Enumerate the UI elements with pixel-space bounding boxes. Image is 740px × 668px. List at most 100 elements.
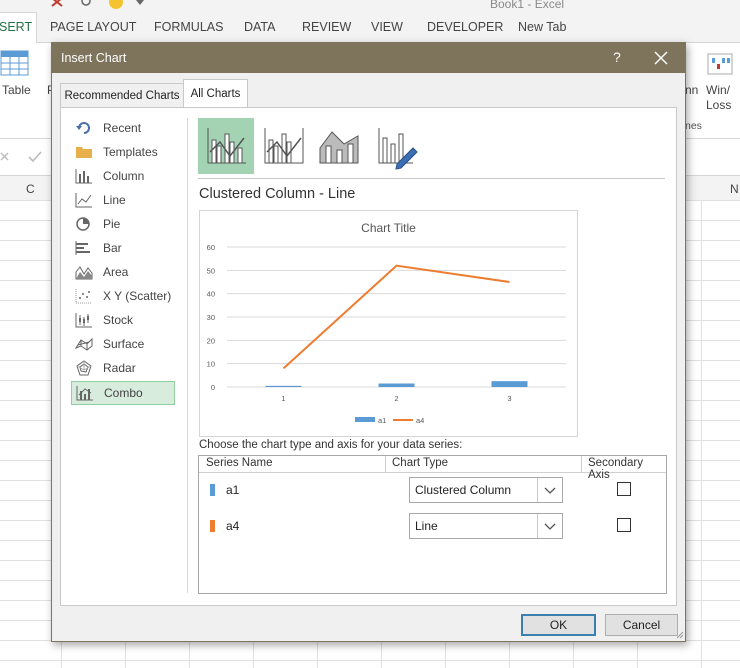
column-header-c[interactable]: C: [26, 182, 35, 196]
bar: [378, 383, 415, 387]
win-loss-label-2: Loss: [706, 98, 732, 112]
category-label: Column: [103, 169, 145, 183]
y-tick-label: 40: [207, 290, 215, 299]
tab-formulas[interactable]: FORMULAS: [154, 20, 223, 34]
category-area[interactable]: Area: [71, 261, 173, 283]
clustered-column-line-icon: [207, 128, 246, 164]
stock-chart-icon: [75, 313, 92, 328]
y-tick-label: 10: [207, 360, 215, 369]
enter-check-icon[interactable]: [28, 151, 42, 163]
series-row: a1 Clustered Column: [199, 477, 666, 505]
subtype-custom-combination[interactable]: [369, 118, 425, 174]
pie-chart-icon: [76, 217, 90, 231]
surface-chart-icon: [75, 337, 93, 351]
chart-type-select[interactable]: Clustered Column: [409, 477, 563, 503]
smiley-icon[interactable]: [108, 0, 124, 10]
chevron-down-icon: [544, 523, 556, 530]
subtype-clustered-column-line[interactable]: [198, 118, 254, 174]
dialog-title: Insert Chart: [61, 51, 127, 65]
category-radar[interactable]: Radar: [71, 357, 173, 379]
chart-type-value: Line: [415, 519, 438, 533]
category-label: Area: [103, 265, 129, 279]
y-tick-label: 60: [207, 243, 215, 252]
category-xy-scatter[interactable]: X Y (Scatter): [71, 285, 173, 307]
tab-review[interactable]: REVIEW: [302, 20, 351, 34]
category-combo[interactable]: Combo: [71, 381, 175, 405]
all-charts-panel: Recent Templates Column Line Pie Bar Are…: [60, 107, 677, 606]
tab-recommended-charts[interactable]: Recommended Charts: [60, 83, 184, 109]
bar-chart-icon: [75, 241, 90, 255]
category-column[interactable]: Column: [71, 165, 173, 187]
series-row: a4 Line: [199, 513, 666, 541]
dropdown-button[interactable]: [537, 478, 562, 502]
divider: [198, 178, 665, 179]
header-chart-type: Chart Type: [392, 457, 449, 469]
chart-plot: 0 10 20 30 40 50 60 1 2 3 a1 a4: [207, 243, 566, 425]
legend-label-a1: a1: [378, 416, 386, 425]
chevron-down-icon: [544, 487, 556, 494]
tab-data[interactable]: DATA: [244, 20, 275, 34]
resize-grip-icon[interactable]: [674, 629, 684, 639]
legend-swatch-a1: [355, 417, 375, 422]
secondary-axis-checkbox[interactable]: [617, 482, 631, 496]
print-preview-icon[interactable]: [80, 0, 94, 8]
line-chart-icon: [75, 193, 92, 208]
area-chart-icon: [75, 266, 93, 280]
combo-chart-icon: [76, 386, 93, 401]
dialog-titlebar[interactable]: Insert Chart ?: [52, 43, 685, 73]
secondary-axis-checkbox[interactable]: [617, 518, 631, 532]
table-icon[interactable]: [0, 49, 30, 79]
category-label: Recent: [103, 121, 142, 135]
series-caption: Choose the chart type and axis for your …: [199, 439, 463, 451]
cancel-button[interactable]: Cancel: [605, 614, 678, 636]
y-tick-label: 30: [207, 313, 215, 322]
ribbon-tabs: PAGE LAYOUT FORMULAS DATA REVIEW VIEW DE…: [0, 12, 740, 43]
header-separator: [385, 456, 386, 472]
ok-button[interactable]: OK: [521, 614, 596, 636]
category-recent[interactable]: Recent: [71, 117, 173, 139]
category-pie[interactable]: Pie: [71, 213, 173, 235]
bar: [491, 381, 528, 387]
tab-insert-label: SERT: [0, 20, 33, 34]
y-tick-label: 0: [211, 383, 215, 392]
custom-combination-icon: [378, 128, 418, 170]
win-loss-label-1: Win/: [706, 83, 730, 97]
category-line[interactable]: Line: [71, 189, 173, 211]
tab-developer[interactable]: DEVELOPER: [427, 20, 503, 34]
close-button[interactable]: [650, 47, 672, 69]
header-separator: [581, 456, 582, 472]
cancel-icon[interactable]: [0, 152, 10, 162]
chart-type-select[interactable]: Line: [409, 513, 563, 539]
column-header-n[interactable]: N: [730, 182, 739, 196]
tab-insert[interactable]: SERT: [0, 12, 37, 44]
category-bar[interactable]: Bar: [71, 237, 173, 259]
category-label: Line: [103, 193, 126, 207]
chart-type-value: Clustered Column: [415, 483, 512, 497]
series-color-swatch: [210, 484, 215, 496]
undo-icon[interactable]: [50, 0, 64, 8]
category-surface[interactable]: Surface: [71, 333, 173, 355]
column-line-secondary-axis-icon: [264, 128, 304, 164]
close-icon: [654, 51, 668, 65]
category-label: Pie: [103, 217, 121, 231]
dropdown-button[interactable]: [537, 514, 562, 538]
bar: [265, 385, 302, 387]
win-loss-icon[interactable]: [707, 53, 733, 75]
y-tick-label: 20: [207, 336, 215, 345]
help-button[interactable]: ?: [613, 49, 621, 65]
divider: [187, 118, 188, 593]
category-label: Bar: [103, 241, 122, 255]
tab-all-charts[interactable]: All Charts: [183, 79, 248, 108]
category-templates[interactable]: Templates: [71, 141, 173, 163]
series-color-swatch: [210, 520, 215, 532]
tab-view[interactable]: VIEW: [371, 20, 403, 34]
y-tick-label: 50: [207, 266, 215, 275]
subtype-column-line-secondary-axis[interactable]: [255, 118, 311, 174]
x-tick-label: 1: [281, 394, 285, 403]
tab-new-tab[interactable]: New Tab: [518, 20, 566, 34]
qat-dropdown-icon[interactable]: [136, 0, 144, 6]
category-stock[interactable]: Stock: [71, 309, 173, 331]
subtype-stacked-area-column[interactable]: [312, 118, 368, 174]
tab-page-layout[interactable]: PAGE LAYOUT: [50, 20, 136, 34]
scatter-chart-icon: [75, 289, 92, 304]
